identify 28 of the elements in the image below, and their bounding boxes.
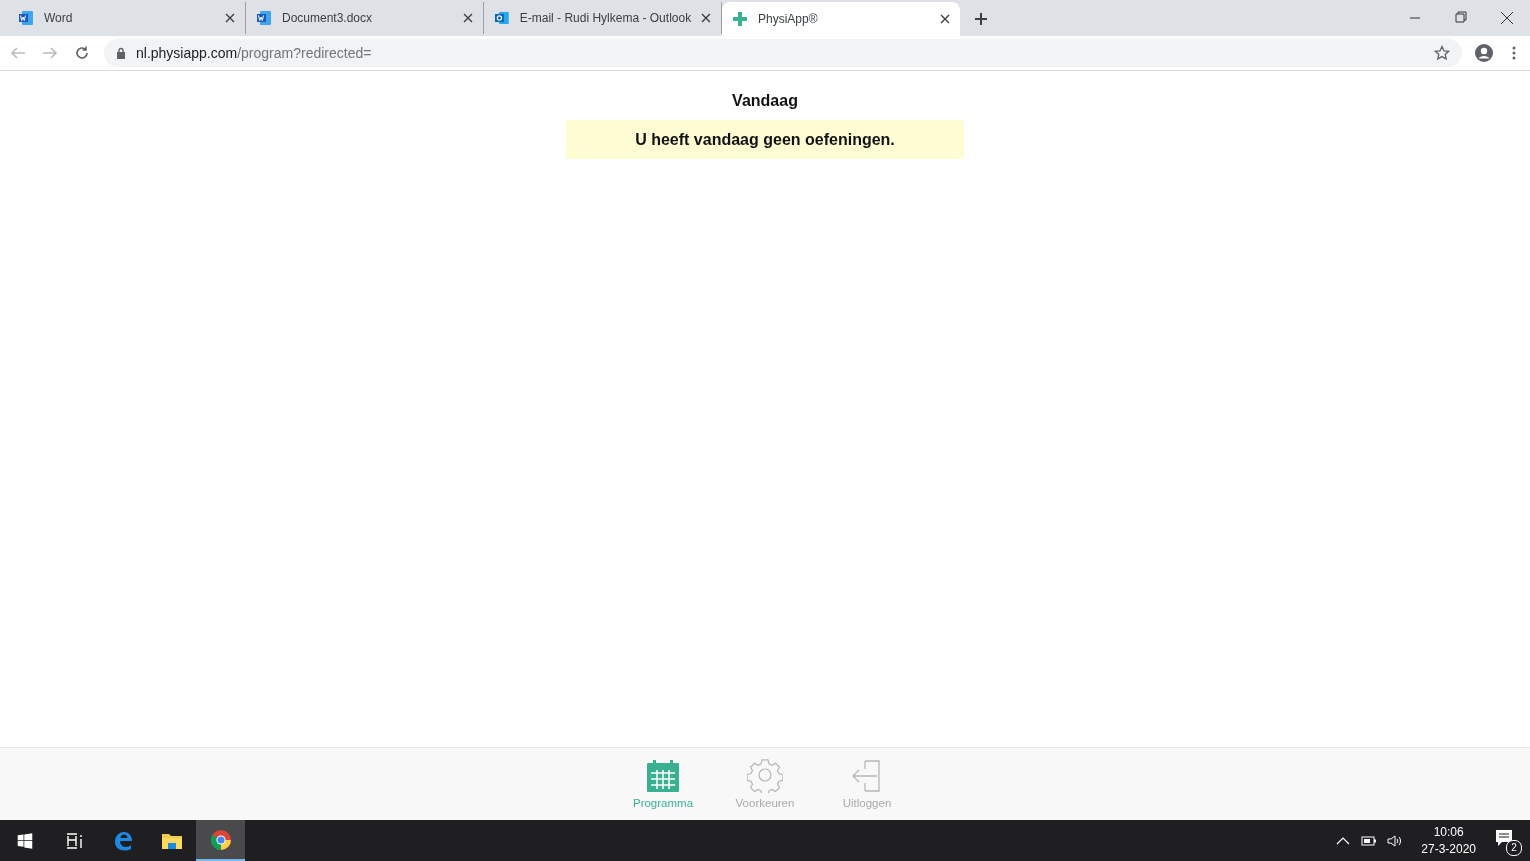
lock-icon — [116, 47, 126, 59]
battery-icon[interactable] — [1361, 833, 1378, 848]
star-icon[interactable] — [1434, 45, 1450, 61]
speaker-icon[interactable] — [1387, 833, 1404, 848]
menu-icon[interactable] — [1512, 45, 1516, 61]
notice-banner: U heeft vandaag geen oefeningen. — [566, 120, 964, 159]
windows-icon — [16, 832, 33, 849]
clock-date[interactable]: 27-3-2020 — [1421, 840, 1476, 858]
address-bar[interactable]: nl.physiapp.com/program?redirected= — [104, 39, 1462, 67]
calendar-icon — [645, 759, 681, 793]
word-icon — [256, 10, 272, 26]
account-icon[interactable] — [1474, 43, 1494, 63]
browser-tab[interactable]: PhysiApp® — [722, 2, 960, 36]
close-icon[interactable] — [463, 13, 473, 23]
close-icon[interactable] — [940, 14, 950, 24]
browser-tab[interactable]: Word — [8, 2, 246, 34]
close-icon[interactable] — [701, 13, 711, 23]
close-icon[interactable] — [225, 13, 235, 23]
mail-app-icon — [494, 10, 510, 26]
page-heading: Vandaag — [732, 92, 798, 110]
settings-icon — [747, 759, 783, 793]
notification-count: 2 — [1506, 839, 1522, 856]
clock-time[interactable]: 10:06 — [1433, 823, 1464, 841]
chrome-icon[interactable] — [209, 828, 232, 851]
browser-tab[interactable]: Document3.docx — [246, 2, 484, 34]
new-tab-icon[interactable] — [974, 12, 988, 26]
word-icon — [18, 10, 34, 26]
plus-logo-icon — [732, 11, 748, 27]
